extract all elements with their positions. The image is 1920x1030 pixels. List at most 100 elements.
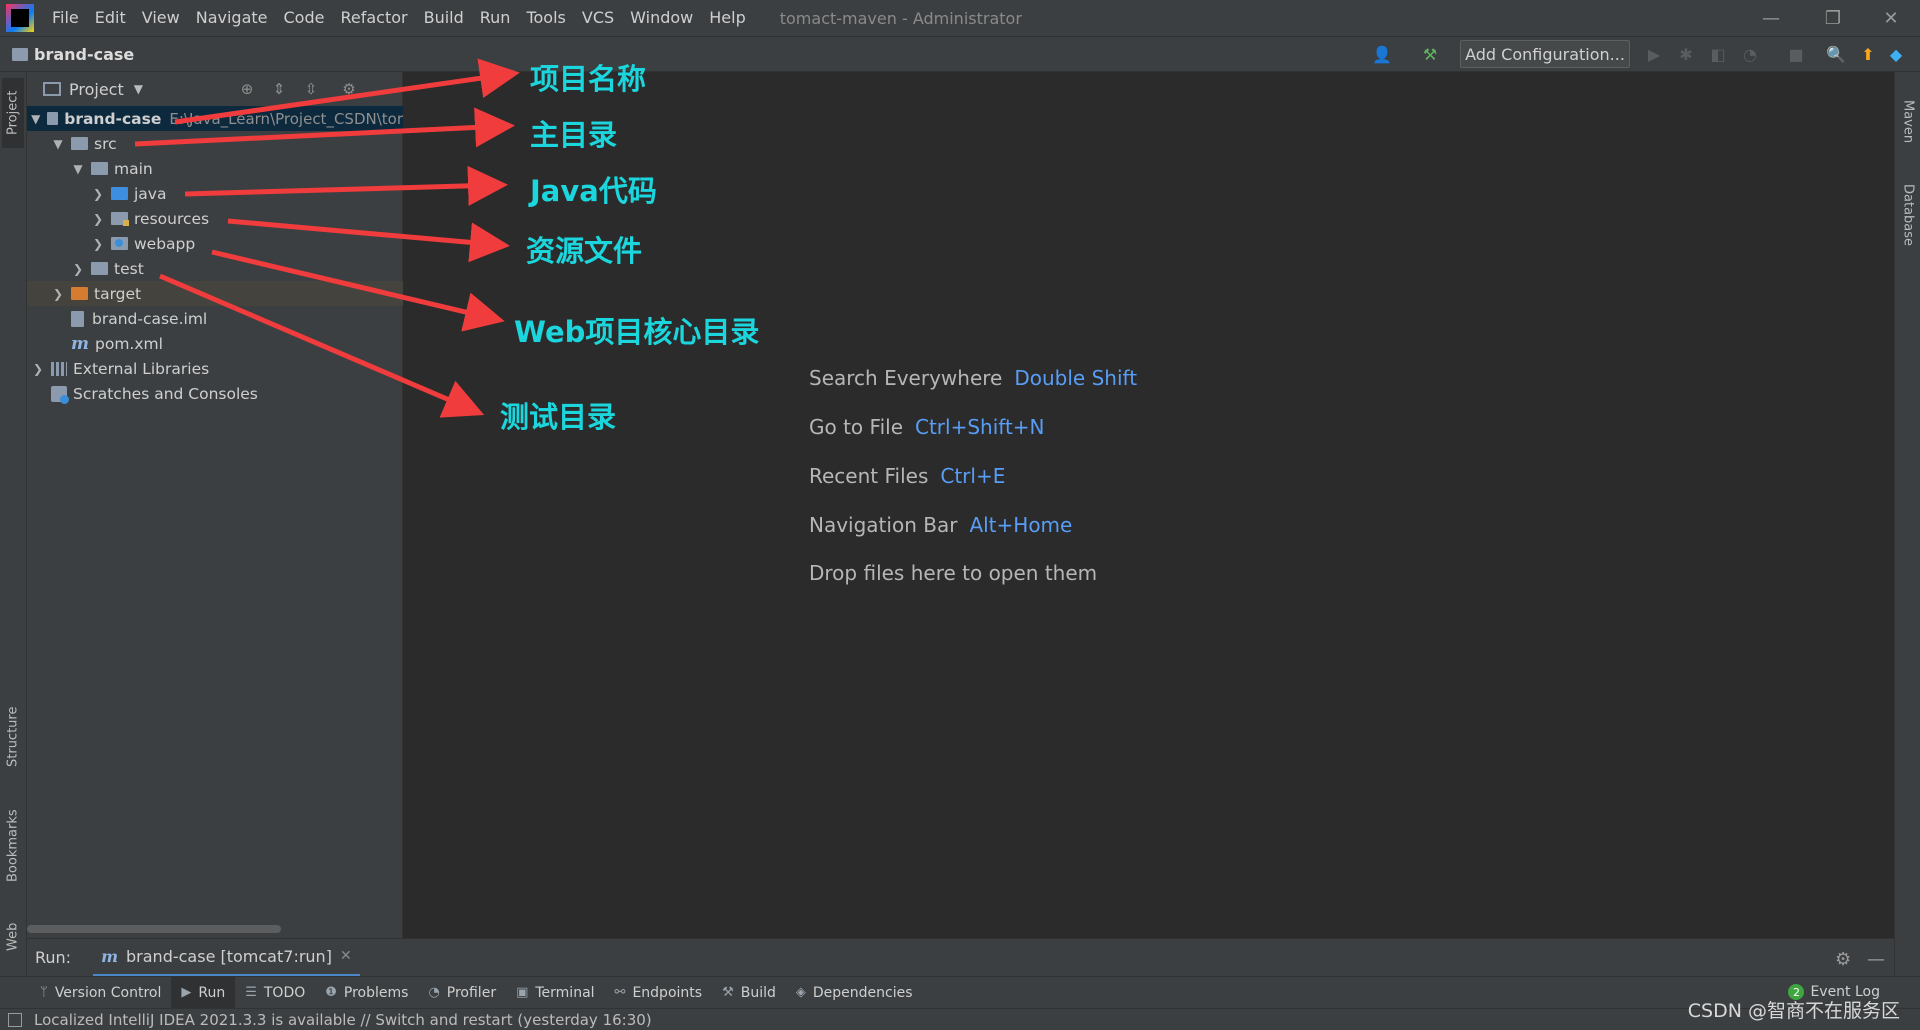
stop-icon[interactable]: ■ — [1786, 44, 1806, 64]
tree-item-external-libraries[interactable]: ❯ External Libraries — [27, 356, 403, 381]
intellij-logo-icon[interactable] — [6, 4, 34, 32]
hint-drop-files: Drop files here to open them — [809, 561, 1097, 585]
tool-version-control[interactable]: ᛘ Version Control — [30, 977, 171, 1009]
tree-item-test[interactable]: ❯ test — [27, 256, 403, 281]
chevron-right-icon[interactable]: ❯ — [31, 362, 45, 376]
run-icon[interactable]: ▶ — [1644, 44, 1664, 64]
hint-navigation-bar: Navigation Bar Alt+Home — [809, 513, 1072, 537]
horizontal-scrollbar[interactable] — [27, 925, 281, 933]
run-tab-brand-case[interactable]: m brand-case [tomcat7:run] ✕ — [93, 939, 360, 977]
gear-icon[interactable]: ⚙ — [1835, 949, 1851, 970]
menu-build[interactable]: Build — [416, 0, 472, 36]
tab-database[interactable]: Database — [1897, 170, 1919, 260]
window-title: tomact-maven - Administrator — [779, 8, 1022, 28]
tree-item-java[interactable]: ❯ java — [27, 181, 403, 206]
gear-icon[interactable]: ⚙ — [339, 79, 359, 99]
menu-file[interactable]: File — [44, 0, 87, 36]
tree-item-webapp[interactable]: ❯ webapp — [27, 231, 403, 256]
status-message[interactable]: Localized IntelliJ IDEA 2021.3.3 is avai… — [34, 1011, 652, 1029]
menu-tools[interactable]: Tools — [518, 0, 573, 36]
hint-recent-files: Recent Files Ctrl+E — [809, 464, 1005, 488]
expand-all-icon[interactable]: ⇕ — [269, 79, 289, 99]
tree-item-label: test — [114, 259, 144, 278]
tab-web[interactable]: Web — [2, 912, 24, 962]
annotation-resources: 资源文件 — [526, 234, 643, 268]
add-configuration-button[interactable]: Add Configuration... — [1460, 40, 1630, 68]
tool-dependencies[interactable]: ◈ Dependencies — [786, 977, 923, 1009]
chevron-right-icon[interactable]: ❯ — [51, 287, 65, 301]
tree-item-brand-case[interactable]: ▼ brand-case E:\Java_Learn\Project_CSDN\… — [27, 106, 403, 131]
tool-endpoints[interactable]: ⚯ Endpoints — [605, 977, 713, 1009]
chevron-down-icon[interactable]: ▼ — [31, 112, 41, 126]
menu-view[interactable]: View — [134, 0, 188, 36]
tool-profiler[interactable]: ◔ Profiler — [418, 977, 506, 1009]
restore-button[interactable]: ❐ — [1810, 0, 1856, 36]
tree-item-brand-case-iml[interactable]: brand-case.iml — [27, 306, 403, 331]
tree-item-resources[interactable]: ❯ resources — [27, 206, 403, 231]
annotation-main-dir: 主目录 — [530, 118, 618, 152]
hint-search-everywhere: Search Everywhere Double Shift — [809, 366, 1137, 390]
breadcrumb[interactable]: brand-case — [34, 45, 134, 64]
minimize-button[interactable]: — — [1748, 0, 1794, 36]
menu-edit[interactable]: Edit — [87, 0, 134, 36]
chevron-right-icon[interactable]: ❯ — [91, 237, 105, 251]
tool-run[interactable]: ▶ Run — [171, 976, 236, 1009]
menu-run[interactable]: Run — [472, 0, 519, 36]
project-view-title[interactable]: Project — [69, 80, 124, 99]
menu-vcs[interactable]: VCS — [574, 0, 622, 36]
hint-shortcut: Double Shift — [1014, 366, 1138, 390]
user-icon[interactable]: 👤 — [1372, 44, 1392, 64]
tree-item-scratches[interactable]: Scratches and Consoles — [27, 381, 403, 406]
chevron-down-icon[interactable]: ▼ — [134, 82, 143, 96]
debug-icon[interactable]: ✱ — [1676, 44, 1696, 64]
tool-build[interactable]: ⚒ Build — [712, 977, 786, 1009]
tool-todo[interactable]: ☰ TODO — [235, 977, 315, 1009]
chevron-down-icon[interactable]: ▼ — [51, 137, 65, 151]
update-icon[interactable]: ⬆ — [1858, 44, 1878, 64]
profile-icon[interactable]: ◔ — [1740, 44, 1760, 64]
chevron-down-icon[interactable]: ▼ — [71, 162, 85, 176]
menu-code[interactable]: Code — [276, 0, 333, 36]
search-icon[interactable]: 🔍 — [1826, 44, 1846, 64]
folder-icon — [91, 162, 108, 175]
tree-item-label: brand-case.iml — [92, 309, 208, 328]
tab-structure[interactable]: Structure — [2, 692, 24, 782]
menu-help[interactable]: Help — [701, 0, 753, 36]
tool-problems[interactable]: ❶ Problems — [315, 977, 418, 1009]
tree-item-label: pom.xml — [95, 334, 163, 353]
close-icon[interactable]: ✕ — [340, 948, 352, 964]
menu-navigate[interactable]: Navigate — [188, 0, 276, 36]
menu-window[interactable]: Window — [622, 0, 701, 36]
chevron-right-icon[interactable]: ❯ — [91, 212, 105, 226]
coverage-icon[interactable]: ◧ — [1708, 44, 1728, 64]
vcs-icon: ᛘ — [40, 985, 48, 1000]
tool-window-bar: ᛘ Version Control ▶ Run ☰ TODO ❶ Problems ◔ P… — [0, 976, 1920, 1009]
tree-item-target[interactable]: ❯ target — [27, 281, 403, 306]
folder-icon — [91, 262, 108, 275]
hide-icon[interactable]: — — [1867, 949, 1885, 970]
annotation-test-dir: 测试目录 — [500, 400, 617, 434]
tool-terminal[interactable]: ▣ Terminal — [506, 977, 604, 1009]
close-button[interactable]: ✕ — [1868, 0, 1914, 36]
collapse-all-icon[interactable]: ⇳ — [301, 79, 321, 99]
left-tool-stripe: Project Structure Bookmarks Web — [0, 72, 27, 976]
tab-maven[interactable]: Maven — [1897, 82, 1919, 162]
chevron-right-icon[interactable]: ❯ — [91, 187, 105, 201]
hammer-icon[interactable]: ⚒ — [1420, 44, 1440, 64]
tree-item-main[interactable]: ▼ main — [27, 156, 403, 181]
toolbox-icon[interactable]: ◆ — [1886, 44, 1906, 64]
tool-windows-toggle-icon[interactable] — [8, 1012, 22, 1027]
tab-bookmarks[interactable]: Bookmarks — [2, 796, 24, 896]
chevron-right-icon[interactable]: ❯ — [71, 262, 85, 276]
tree-item-label: Scratches and Consoles — [73, 384, 258, 403]
libraries-icon — [51, 361, 67, 376]
locate-icon[interactable]: ⊕ — [237, 79, 257, 99]
iml-file-icon — [71, 310, 84, 327]
tree-item-src[interactable]: ▼ src — [27, 131, 403, 156]
tree-item-pom-xml[interactable]: m pom.xml — [27, 331, 403, 356]
hint-action: Navigation Bar — [809, 513, 958, 537]
tab-project[interactable]: Project — [2, 78, 24, 148]
menu-refactor[interactable]: Refactor — [332, 0, 415, 36]
tool-label: Profiler — [446, 984, 497, 1001]
maven-icon: m — [101, 946, 119, 966]
